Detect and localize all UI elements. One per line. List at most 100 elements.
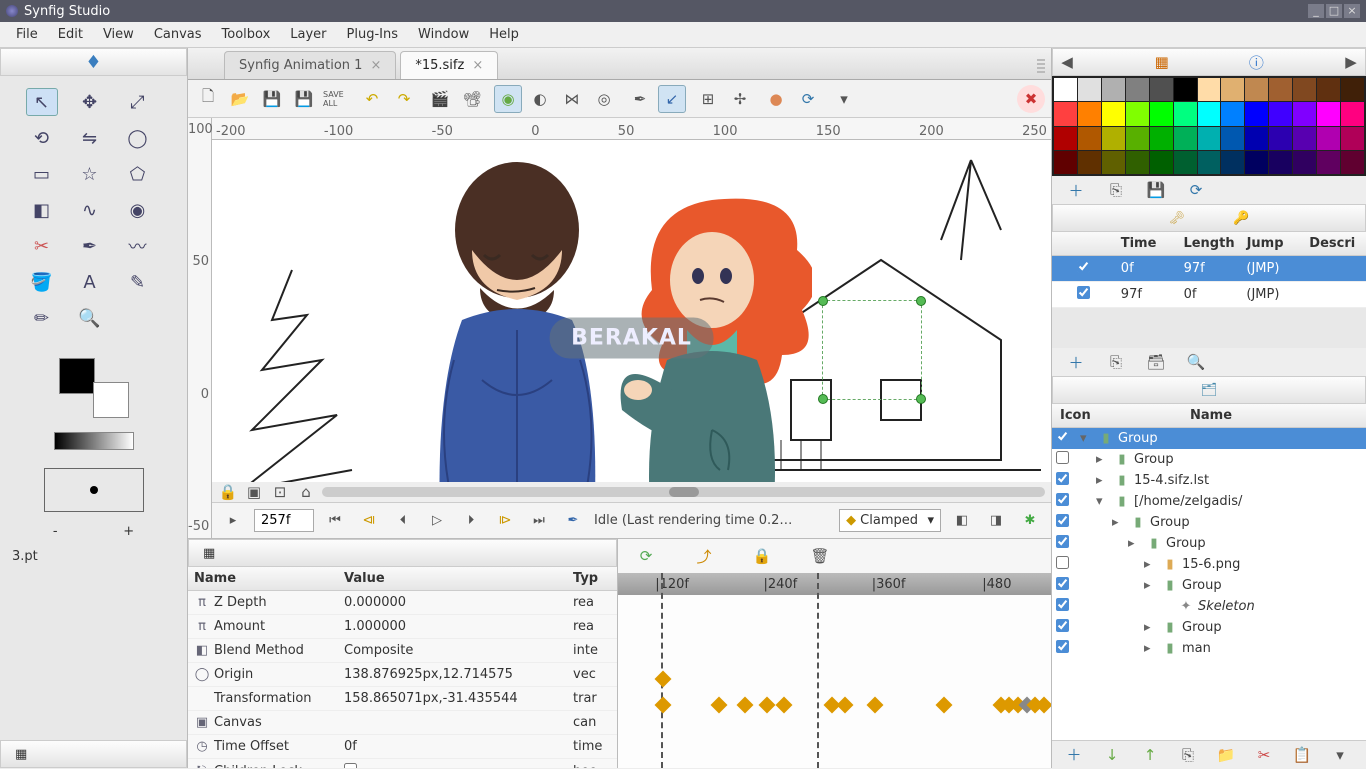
palette-swatch[interactable]	[1174, 151, 1197, 174]
mode-normal[interactable]: ◉	[494, 85, 522, 113]
layer-row[interactable]: ✦Skeleton	[1052, 596, 1366, 617]
info-icon[interactable]: ⓘ	[1242, 48, 1270, 76]
palette-swatch[interactable]	[1054, 127, 1077, 150]
palette-swatch[interactable]	[1078, 78, 1101, 101]
palette-swatch[interactable]	[1174, 127, 1197, 150]
next-keyframe-button[interactable]: ⧐	[492, 508, 518, 534]
palette-swatch[interactable]	[1245, 127, 1268, 150]
keyframe-row[interactable]: 97f0f(JMP)	[1052, 282, 1366, 308]
tool-sketch[interactable]: ✏	[26, 304, 58, 332]
seek-end-button[interactable]: ⏭	[526, 508, 552, 534]
palette-swatch[interactable]	[1269, 127, 1292, 150]
params-handle[interactable]: ▦	[188, 539, 617, 567]
palette-swatch[interactable]	[1293, 127, 1316, 150]
onion-skin[interactable]: ●	[762, 85, 790, 113]
prev-frame-button[interactable]: ⏴	[390, 508, 416, 534]
canvas-scrollbar[interactable]: 🔒 ▣ ⊡ ⌂	[212, 482, 1051, 502]
minimize-button[interactable]: _	[1308, 4, 1324, 18]
palette-save-button[interactable]: 💾	[1142, 176, 1170, 204]
keyframe-lock-past[interactable]: ◧	[949, 508, 975, 534]
refresh-button[interactable]: ⟳	[794, 85, 822, 113]
menu-window[interactable]: Window	[410, 24, 477, 45]
palette-swatch[interactable]	[1293, 151, 1316, 174]
palette-swatch[interactable]	[1317, 127, 1340, 150]
render-button[interactable]: 🎬	[426, 85, 454, 113]
handle-icon[interactable]	[818, 296, 828, 306]
keyframe-del-button[interactable]: 🗃	[1142, 348, 1170, 376]
close-button[interactable]: ×	[1344, 4, 1360, 18]
tool-cutout[interactable]: ✂	[26, 232, 58, 260]
palette-swatch[interactable]	[1054, 151, 1077, 174]
param-row[interactable]: ◷Time Offset0ftime	[188, 735, 617, 759]
layer-row[interactable]: ▸▮Group	[1052, 617, 1366, 638]
mode-onion[interactable]: ◎	[590, 85, 618, 113]
tool-spline[interactable]: ∿	[74, 196, 106, 224]
new-file-button[interactable]: 🗋	[194, 85, 222, 113]
tool-text[interactable]: A	[74, 268, 106, 296]
keyframe-icon[interactable]	[776, 697, 793, 714]
brush-icon[interactable]: ✒	[560, 508, 586, 534]
color-palette[interactable]	[1052, 76, 1366, 176]
palette-add-button[interactable]: ＋	[1062, 176, 1090, 204]
palette-swatch[interactable]	[1102, 102, 1125, 125]
layers-handle[interactable]: 🗂	[1052, 376, 1366, 404]
mode-keyframe[interactable]: ⋈	[558, 85, 586, 113]
interpolation-dropdown[interactable]: ◆Clamped	[839, 509, 941, 532]
tooloptions-handle[interactable]: ▦	[0, 740, 187, 768]
timeline-trash-icon[interactable]: 🗑	[806, 542, 834, 570]
keyframe-icon[interactable]	[711, 697, 728, 714]
palette-swatch[interactable]	[1102, 127, 1125, 150]
tab-15-sifz[interactable]: *15.sifz×	[400, 51, 498, 79]
tool-lasso[interactable]: ◉	[122, 196, 154, 224]
palette-swatch[interactable]	[1341, 102, 1364, 125]
zoom-fit-icon[interactable]: ▣	[244, 484, 264, 500]
zoom-up-icon[interactable]: ⌂	[296, 484, 316, 500]
layer-row[interactable]: ▸▮Group	[1052, 575, 1366, 596]
palette-swatch[interactable]	[1150, 102, 1173, 125]
menu-canvas[interactable]: Canvas	[146, 24, 210, 45]
palette-swatch[interactable]	[1150, 127, 1173, 150]
menu-plugins[interactable]: Plug-Ins	[339, 24, 406, 45]
palette-swatch[interactable]	[1126, 151, 1149, 174]
palette-swatch[interactable]	[1269, 78, 1292, 101]
save-button[interactable]: 💾	[258, 85, 286, 113]
handle-icon[interactable]	[916, 394, 926, 404]
tool-rectangle[interactable]: ▭	[26, 160, 58, 188]
tool-width[interactable]: 〰	[122, 232, 154, 260]
palette-swatch[interactable]	[1317, 102, 1340, 125]
undo-button[interactable]: ↶	[358, 85, 386, 113]
frame-input[interactable]	[254, 509, 314, 532]
tool-transform[interactable]: ↖	[26, 88, 58, 116]
timeline-curve-icon[interactable]: ⤴	[690, 542, 718, 570]
param-row[interactable]: πAmount1.000000rea	[188, 615, 617, 639]
tool-rotate[interactable]: ⟲	[26, 124, 58, 152]
time-ruler[interactable]: |120f|240f|360f|480	[618, 573, 1051, 595]
toolbox-handle[interactable]: ♦	[0, 48, 187, 76]
layer-row[interactable]: ▾▮Group	[1052, 428, 1366, 449]
tool-gradient[interactable]: ◧	[26, 196, 58, 224]
layer-group-button[interactable]: 📁	[1212, 741, 1240, 769]
palette-swatch[interactable]	[1102, 151, 1125, 174]
keyframes-handle[interactable]: 🗝 🔑	[1052, 204, 1366, 232]
palette-swatch[interactable]	[1245, 151, 1268, 174]
palette-icon[interactable]: ▦	[1148, 48, 1176, 76]
palette-swatch[interactable]	[1341, 151, 1364, 174]
background-color[interactable]	[93, 382, 129, 418]
foreground-color[interactable]	[59, 358, 95, 394]
layer-row[interactable]: ▸▮Group	[1052, 512, 1366, 533]
keyframe-row[interactable]: 0f97f(JMP)	[1052, 256, 1366, 282]
palette-swatch[interactable]	[1341, 127, 1364, 150]
palette-swatch[interactable]	[1293, 78, 1316, 101]
palette-swatch[interactable]	[1317, 151, 1340, 174]
save-all-button[interactable]: SAVE ALL	[322, 85, 350, 113]
palette-swatch[interactable]	[1150, 78, 1173, 101]
toolbar-dropdown[interactable]: ▾	[830, 85, 858, 113]
close-icon[interactable]: ×	[472, 58, 483, 73]
tool-zoom[interactable]: 🔍	[74, 304, 106, 332]
palette-swatch[interactable]	[1245, 78, 1268, 101]
palette-swatch[interactable]	[1078, 151, 1101, 174]
tool-circle[interactable]: ◯	[122, 124, 154, 152]
palette-swatch[interactable]	[1221, 127, 1244, 150]
palette-swatch[interactable]	[1269, 151, 1292, 174]
palette-swatch[interactable]	[1174, 102, 1197, 125]
